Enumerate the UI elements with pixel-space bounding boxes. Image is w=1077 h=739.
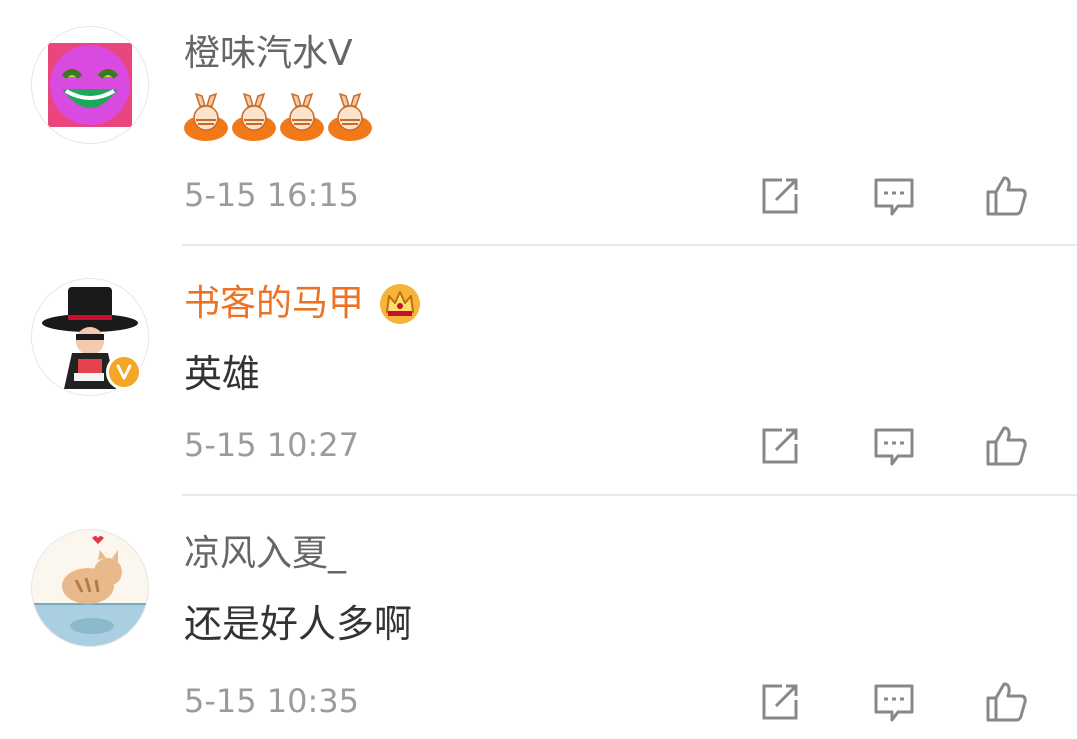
username-text: 书客的马甲 [184, 283, 365, 324]
like-button[interactable] [982, 422, 1030, 470]
divider [182, 494, 1077, 496]
like-icon [986, 682, 1027, 722]
username[interactable]: 凉风入夏_ [184, 530, 346, 578]
divider [182, 244, 1077, 246]
comment-text: 还是好人多啊 [184, 602, 413, 646]
rabbit-bowl-emoji-icon [280, 92, 324, 141]
timestamp: 5-15 10:35 [184, 682, 360, 720]
verified-badge [106, 354, 142, 390]
comment-icon [874, 428, 914, 466]
emoji-row [182, 92, 374, 144]
comment-text: 英雄 [184, 352, 261, 396]
like-icon [986, 426, 1027, 466]
repost-button[interactable] [756, 678, 804, 726]
avatar[interactable] [32, 27, 148, 143]
comment-button[interactable] [870, 422, 918, 470]
repost-icon [762, 428, 798, 464]
timestamp: 5-15 16:15 [184, 176, 360, 214]
comment-button[interactable] [870, 678, 918, 726]
comment-item: 橙味汽水V 5-15 16:15 [0, 0, 1077, 250]
repost-button[interactable] [756, 422, 804, 470]
username[interactable]: 书客的马甲 [184, 280, 422, 328]
like-button[interactable] [982, 172, 1030, 220]
comment-icon [874, 178, 914, 216]
rabbit-bowl-emoji-icon [328, 92, 372, 141]
repost-icon [762, 178, 798, 214]
crown-icon [380, 284, 421, 324]
timestamp: 5-15 10:27 [184, 426, 360, 464]
rabbit-bowl-emoji-icon [232, 92, 276, 141]
comment-icon [874, 684, 914, 722]
verified-v-icon [116, 364, 132, 380]
rabbit-bowl-emoji-icon [184, 92, 228, 141]
username[interactable]: 橙味汽水V [184, 30, 353, 78]
comment-button[interactable] [870, 172, 918, 220]
like-icon [986, 176, 1027, 216]
avatar[interactable] [32, 530, 148, 646]
repost-icon [762, 684, 798, 720]
comment-item: 书客的马甲 英雄 5-15 10:27 [0, 250, 1077, 500]
comment-item: 凉风入夏_ 还是好人多啊 5-15 10:35 [0, 500, 1077, 739]
comment-list: 橙味汽水V 5-15 16:15 书客的马甲 英雄 5-15 10:27 凉风入… [0, 0, 1077, 739]
like-button[interactable] [982, 678, 1030, 726]
repost-button[interactable] [756, 172, 804, 220]
